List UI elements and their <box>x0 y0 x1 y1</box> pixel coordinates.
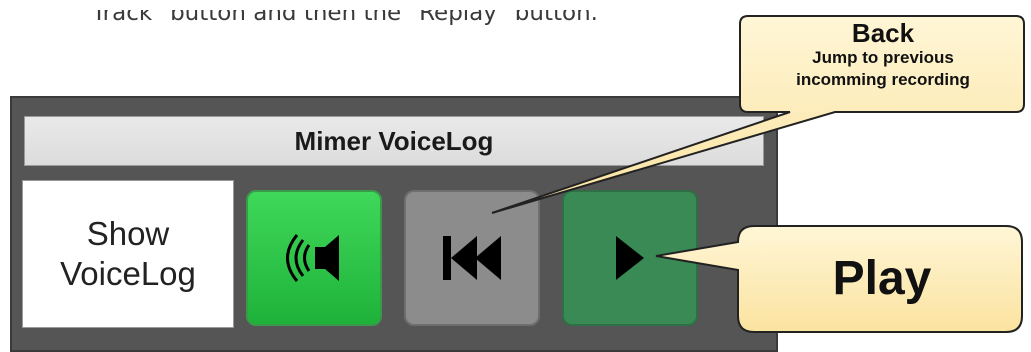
play-icon <box>616 236 644 280</box>
speaker-sound-icon <box>286 234 339 282</box>
play-button[interactable] <box>562 190 698 326</box>
play-callout: Play <box>742 228 1022 328</box>
show-button-label-line2: VoiceLog <box>60 255 196 292</box>
show-button-label-line1: Show <box>86 215 170 253</box>
intro-text: Track" button and then the "Replay" butt… <box>92 10 598 26</box>
back-callout: Back Jump to previous incomming recordin… <box>744 18 1022 90</box>
show-voicelog-button[interactable]: Show VoiceLog <box>22 180 234 328</box>
back-callout-title: Back <box>851 18 915 48</box>
back-button[interactable] <box>404 190 540 326</box>
panel-title: Mimer VoiceLog <box>24 116 764 166</box>
back-callout-subtitle-line1: Jump to previous <box>812 48 954 68</box>
voicelog-panel: Mimer VoiceLog Show VoiceLog <box>10 96 778 352</box>
play-callout-title: Play <box>832 251 932 305</box>
volume-button[interactable] <box>246 190 382 326</box>
skip-back-icon <box>443 236 501 280</box>
back-callout-subtitle-line2: incomming recording <box>796 69 970 89</box>
